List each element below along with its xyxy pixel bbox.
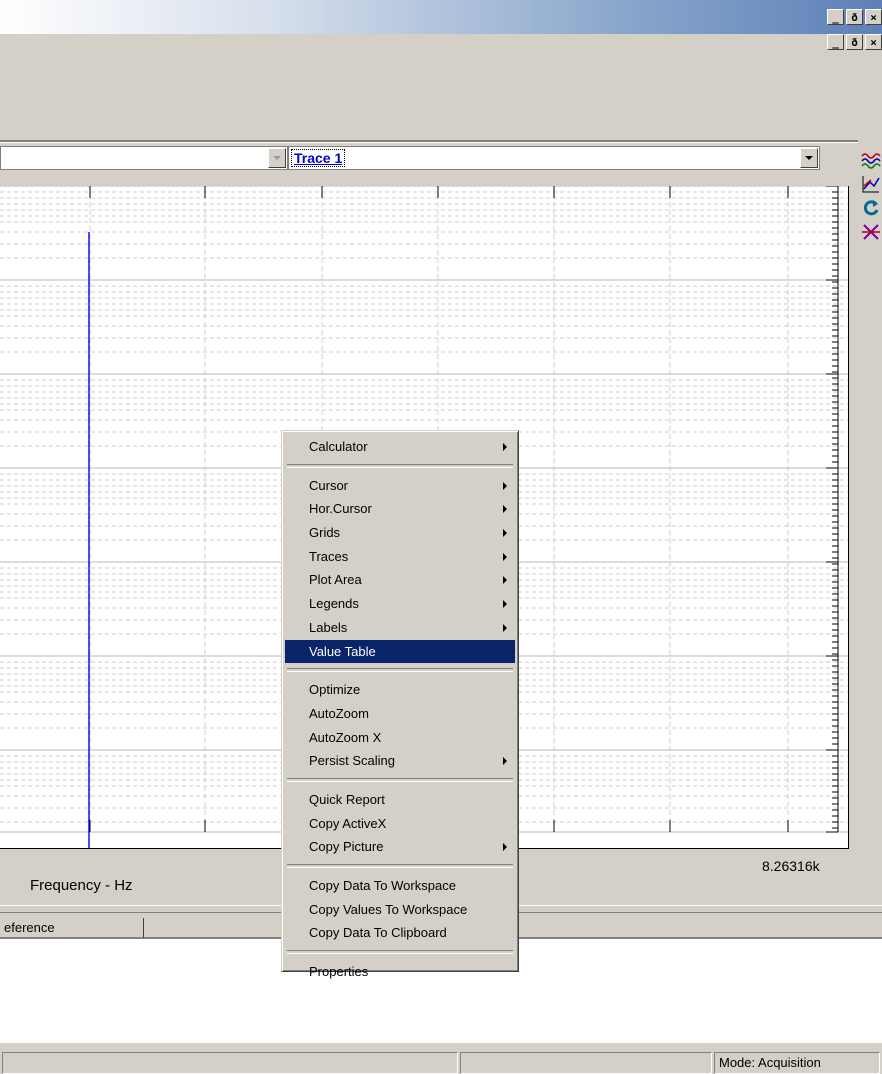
menu-item-copy-values-to-workspace[interactable]: Copy Values To Workspace bbox=[285, 898, 515, 922]
menu-item-label: Calculator bbox=[309, 439, 368, 454]
menu-separator bbox=[287, 668, 513, 673]
menu-item-copy-picture[interactable]: Copy Picture bbox=[285, 835, 515, 859]
child-window-bar: _ ð × bbox=[0, 34, 882, 62]
close-button[interactable]: × bbox=[865, 9, 882, 25]
submenu-arrow-icon bbox=[503, 529, 507, 538]
status-bar: Mode: Acquisition bbox=[0, 1050, 882, 1074]
menu-item-label: Cursor bbox=[309, 477, 349, 493]
x-axis-max-label: 8.26316k bbox=[762, 858, 820, 874]
menu-item-label: Plot Area bbox=[309, 572, 362, 588]
menu-item-legends[interactable]: Legends bbox=[285, 592, 515, 616]
menu-item-copy-data-to-clipboard[interactable]: Copy Data To Clipboard bbox=[285, 921, 515, 945]
menu-item-label: Quick Report bbox=[309, 791, 385, 807]
menu-item-autozoom-x[interactable]: AutoZoom X bbox=[285, 726, 515, 750]
child-close-button[interactable]: × bbox=[865, 34, 882, 50]
menu-item-label: Copy Data To Clipboard bbox=[309, 925, 447, 941]
menu-separator bbox=[287, 777, 513, 782]
menu-item-label: Value Table bbox=[309, 643, 376, 659]
menu-item-label: Traces bbox=[309, 548, 349, 564]
menu-item-properties[interactable]: Properties bbox=[285, 960, 515, 984]
menu-item-copy-activex[interactable]: Copy ActiveX bbox=[285, 812, 515, 836]
child-restore-button[interactable]: ð bbox=[846, 34, 863, 50]
x-axis-label: Frequency - Hz bbox=[30, 877, 133, 894]
menu-item-optimize[interactable]: Optimize bbox=[285, 678, 515, 702]
menu-item-label: AutoZoom bbox=[309, 705, 369, 721]
waveform-icon[interactable] bbox=[860, 150, 882, 172]
menu-item-label: Legends bbox=[309, 596, 359, 612]
chevron-down-icon[interactable] bbox=[268, 148, 286, 168]
graph-icon[interactable] bbox=[860, 174, 882, 196]
trace-selector[interactable]: Trace 1 bbox=[288, 146, 820, 170]
menu-item-autozoom[interactable]: AutoZoom bbox=[285, 702, 515, 726]
menu-separator bbox=[287, 463, 513, 468]
menu-item-label: Copy Picture bbox=[309, 839, 384, 855]
status-panel-middle bbox=[460, 1052, 712, 1074]
divider bbox=[0, 140, 858, 143]
menu-item-plot-area[interactable]: Plot Area bbox=[285, 568, 515, 592]
menu-item-label: Hor.Cursor bbox=[309, 501, 372, 517]
title-bar: _ ð × bbox=[0, 0, 882, 34]
menu-item-labels[interactable]: Labels bbox=[285, 616, 515, 640]
status-mode: Mode: Acquisition bbox=[714, 1052, 880, 1074]
menu-item-quick-report[interactable]: Quick Report bbox=[285, 788, 515, 812]
submenu-arrow-icon bbox=[503, 623, 507, 632]
tool-icon[interactable] bbox=[860, 222, 882, 244]
menu-item-persist-scaling[interactable]: Persist Scaling bbox=[285, 749, 515, 773]
submenu-arrow-icon bbox=[503, 505, 507, 514]
submenu-arrow-icon bbox=[503, 481, 507, 490]
column-header-reference[interactable]: eference bbox=[0, 918, 144, 938]
menu-item-grids[interactable]: Grids bbox=[285, 521, 515, 545]
menu-item-label: AutoZoom X bbox=[309, 729, 382, 745]
child-window-controls: _ ð × bbox=[827, 34, 882, 50]
menu-item-label: Copy ActiveX bbox=[309, 815, 387, 831]
menu-item-label: Grids bbox=[309, 525, 341, 541]
menu-item-label: Copy Data To Workspace bbox=[309, 878, 456, 893]
submenu-arrow-icon bbox=[503, 600, 507, 609]
trace-selector-value: Trace 1 bbox=[291, 149, 346, 167]
submenu-arrow-icon bbox=[503, 576, 507, 585]
toolbar-area bbox=[0, 62, 882, 140]
submenu-arrow-icon bbox=[503, 443, 507, 451]
menu-separator bbox=[287, 864, 513, 868]
signal-selector[interactable] bbox=[0, 146, 288, 170]
submenu-arrow-icon bbox=[503, 757, 507, 766]
menu-separator bbox=[287, 950, 513, 955]
refresh-icon[interactable] bbox=[860, 198, 882, 220]
submenu-arrow-icon bbox=[503, 552, 507, 561]
menu-item-copy-data-to-workspace[interactable]: Copy Data To Workspace bbox=[285, 874, 515, 898]
menu-item-label: Optimize bbox=[309, 682, 361, 698]
menu-item-hor-cursor[interactable]: Hor.Cursor bbox=[285, 497, 515, 521]
menu-item-label: Copy Values To Workspace bbox=[309, 901, 468, 917]
menu-item-label: Labels bbox=[309, 619, 348, 635]
menu-item-label: Persist Scaling bbox=[309, 753, 395, 769]
child-minimize-button[interactable]: _ bbox=[827, 34, 844, 50]
chevron-down-icon[interactable] bbox=[800, 148, 818, 168]
plot-toolbar bbox=[858, 150, 882, 270]
menu-item-calculator[interactable]: Calculator bbox=[285, 435, 515, 459]
menu-item-value-table[interactable]: Value Table bbox=[285, 639, 515, 664]
context-menu: Calculator Cursor Hor.Cursor Grids Traces Plo… bbox=[281, 430, 519, 979]
status-panel-main bbox=[2, 1052, 458, 1074]
restore-button[interactable]: ð bbox=[846, 9, 863, 25]
window-controls: _ ð × bbox=[827, 9, 882, 25]
minimize-button[interactable]: _ bbox=[827, 9, 844, 25]
submenu-arrow-icon bbox=[503, 843, 507, 852]
menu-item-cursor[interactable]: Cursor bbox=[285, 474, 515, 498]
menu-item-label: Properties bbox=[309, 964, 369, 980]
menu-item-traces[interactable]: Traces bbox=[285, 545, 515, 569]
